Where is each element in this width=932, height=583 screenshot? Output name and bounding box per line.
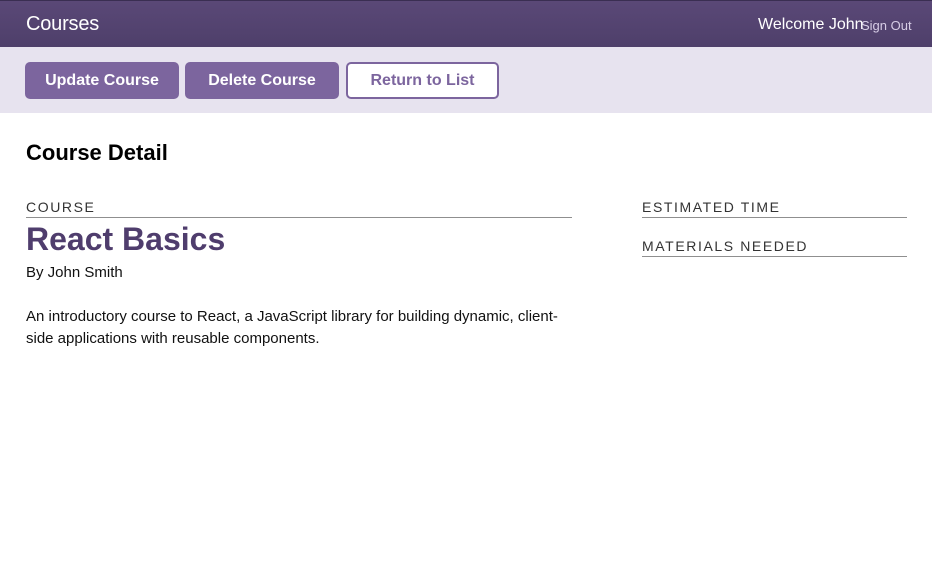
actions-bar: Update Course Delete Course Return to Li… <box>0 47 932 113</box>
course-description: An introductory course to React, a JavaS… <box>26 308 558 347</box>
return-to-list-button[interactable]: Return to List <box>346 62 499 99</box>
estimated-time-label: Estimated Time <box>642 199 781 215</box>
update-course-button[interactable]: Update Course <box>25 62 179 99</box>
app-header: Courses Welcome John Sign Out <box>0 0 932 47</box>
sign-out-link[interactable]: Sign Out <box>861 18 912 33</box>
delete-course-button[interactable]: Delete Course <box>185 62 339 99</box>
course-author: By John Smith <box>26 264 123 281</box>
estimated-time-divider <box>642 217 907 218</box>
course-title: React Basics <box>26 221 226 257</box>
materials-needed-label: Materials Needed <box>642 238 809 254</box>
materials-needed-divider <box>642 256 907 257</box>
course-divider <box>26 217 572 218</box>
welcome-message: Welcome John <box>758 16 864 33</box>
app-title[interactable]: Courses <box>26 13 99 36</box>
course-section-label: Course <box>26 199 96 215</box>
page-title: Course Detail <box>26 140 168 165</box>
